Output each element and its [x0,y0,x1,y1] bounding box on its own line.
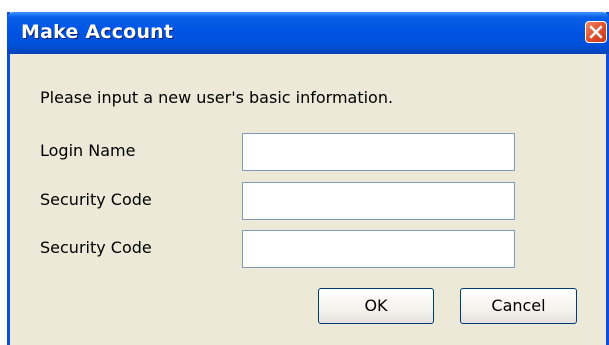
dialog-body: Please input a new user's basic informat… [10,54,606,345]
security-code-confirm-input[interactable] [242,230,515,268]
security-code-input[interactable] [242,182,515,220]
login-name-input[interactable] [242,133,515,171]
security-code-confirm-label: Security Code [40,238,152,257]
ok-button[interactable]: OK [318,288,434,324]
security-code-label: Security Code [40,190,152,209]
cancel-button[interactable]: Cancel [460,288,577,324]
make-account-dialog: Make Account Please input a new user's b… [7,12,609,345]
title-bar[interactable]: Make Account [7,12,609,54]
close-button[interactable] [585,21,607,43]
close-icon [589,25,603,39]
dialog-title: Make Account [21,21,174,43]
login-name-label: Login Name [40,141,136,160]
instruction-text: Please input a new user's basic informat… [40,88,394,107]
